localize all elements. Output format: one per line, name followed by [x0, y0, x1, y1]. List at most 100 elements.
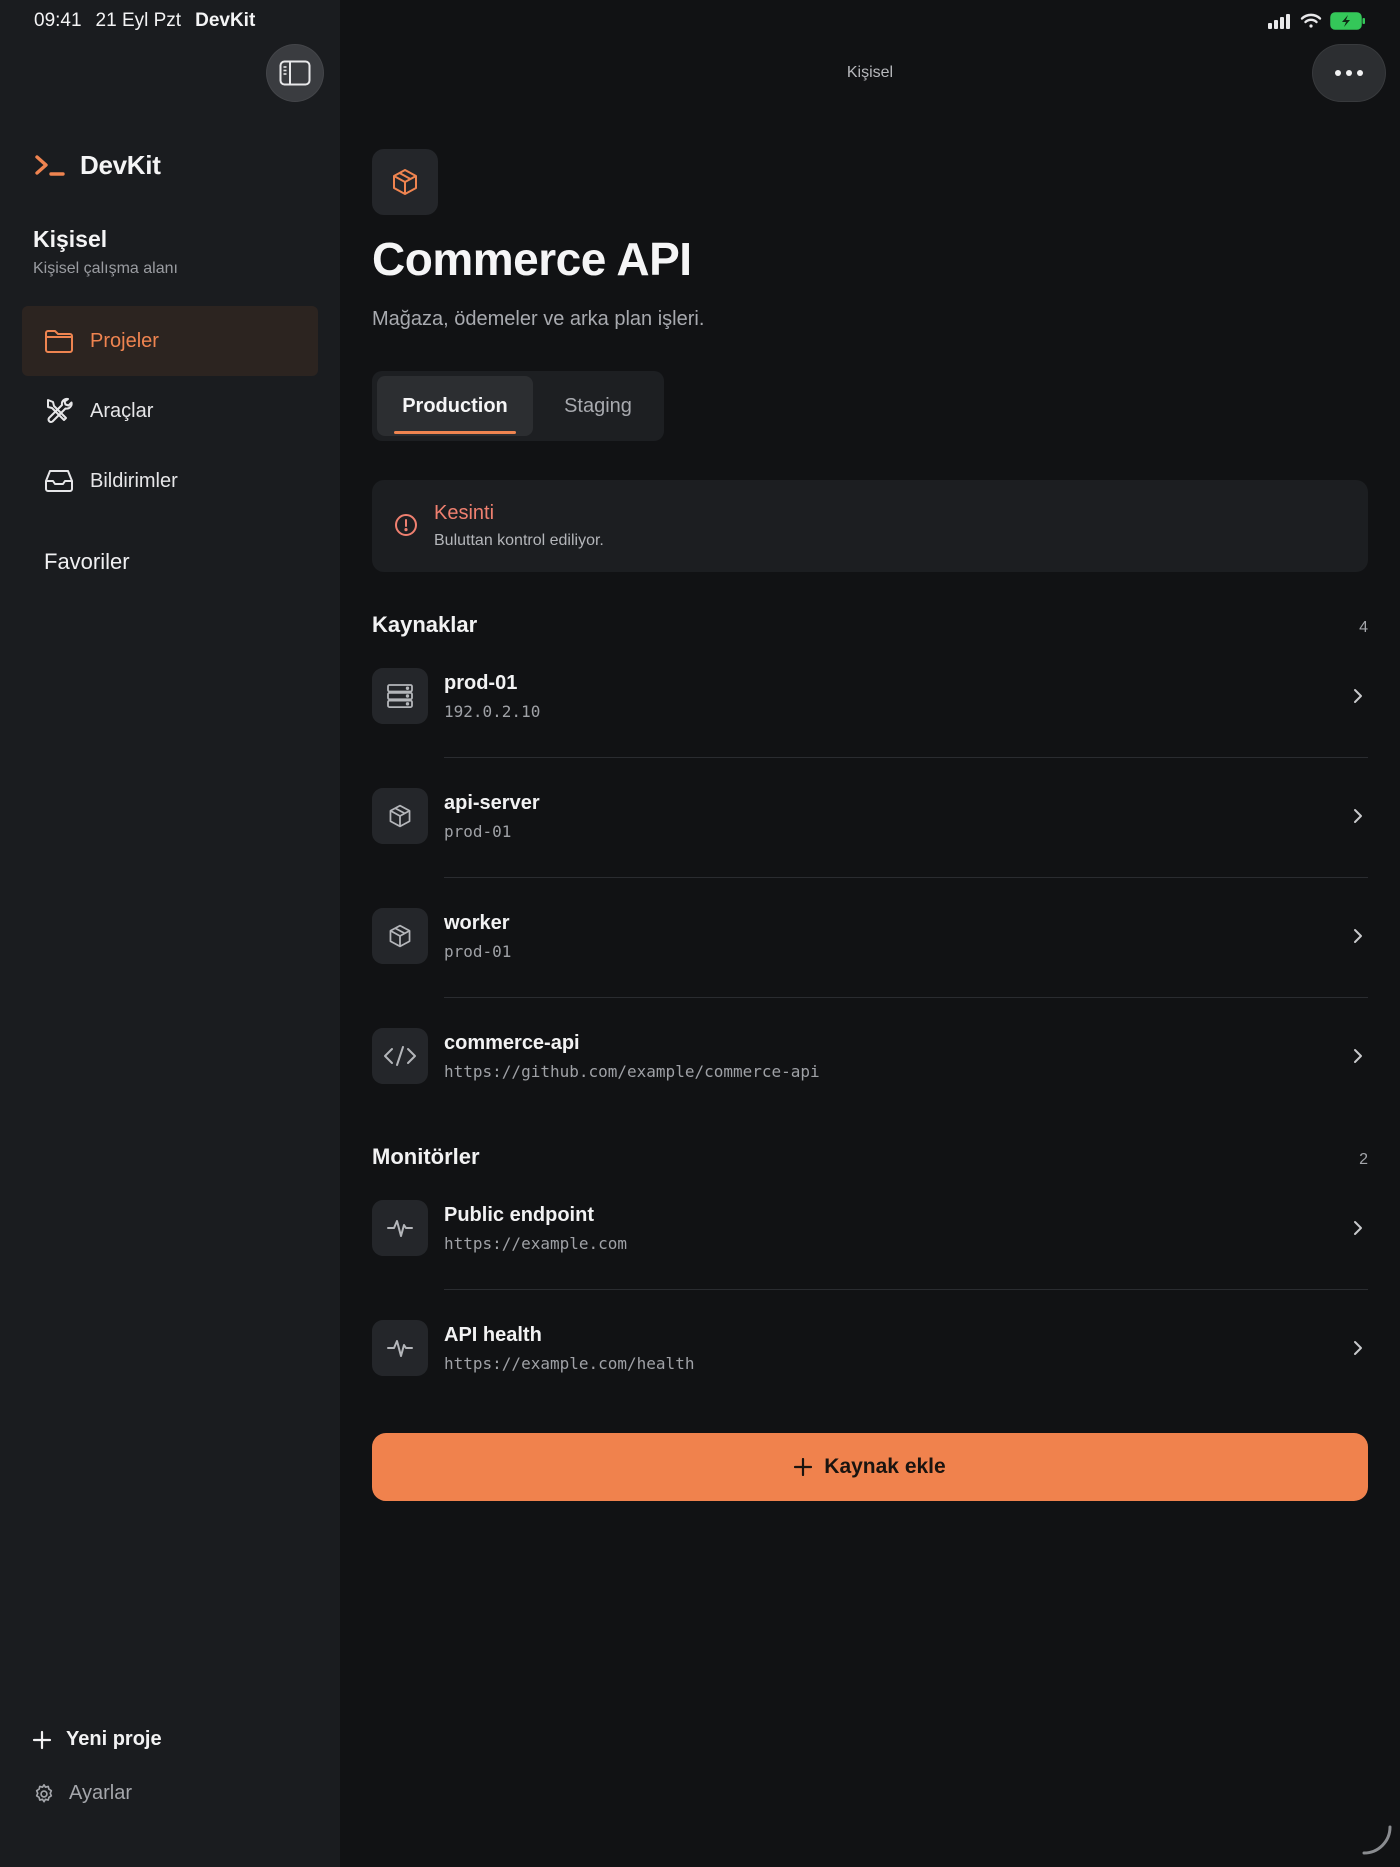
cellular-signal-icon — [1268, 14, 1290, 29]
row-icon-tile — [372, 788, 428, 844]
tab-staging[interactable]: Staging — [537, 376, 659, 436]
resource-detail: prod-01 — [444, 822, 512, 841]
row-icon-tile — [372, 908, 428, 964]
resources-count: 4 — [1359, 619, 1368, 636]
tools-icon — [47, 397, 73, 423]
active-tab-indicator — [394, 431, 516, 434]
favorites-heading[interactable]: Favoriler — [44, 549, 130, 575]
list-item[interactable]: worker prod-01 — [372, 878, 1368, 998]
sidebar: 09:41 21 Eyl Pzt DevKit DevKit Kişisel K… — [0, 0, 340, 1867]
new-project-button[interactable]: Yeni proje — [32, 1728, 162, 1751]
resource-detail: 192.0.2.10 — [444, 702, 541, 721]
sidebar-item-projeler[interactable]: Projeler — [22, 306, 318, 376]
sidebar-item-label: Projeler — [90, 329, 159, 352]
status-bar-right — [1268, 12, 1366, 30]
code-icon — [384, 1046, 416, 1066]
row-icon-tile — [372, 1200, 428, 1256]
settings-button[interactable]: Ayarlar — [33, 1782, 132, 1805]
chevron-right-icon — [1354, 809, 1362, 823]
wifi-icon — [1300, 13, 1322, 28]
resize-corner-icon — [1362, 1825, 1392, 1855]
box-icon — [393, 169, 417, 195]
monitors-header: Monitörler 2 — [372, 1144, 1368, 1170]
tab-label: Staging — [564, 394, 632, 417]
add-resource-label: Kaynak ekle — [824, 1455, 946, 1478]
new-project-label: Yeni proje — [66, 1728, 162, 1750]
row-icon-tile — [372, 668, 428, 724]
box-icon — [389, 804, 411, 828]
chevron-right-icon — [1354, 1049, 1362, 1063]
header-title: Kişisel — [846, 64, 894, 81]
alert-message: Buluttan kontrol ediliyor. — [434, 532, 604, 549]
monitor-url: https://example.com — [444, 1234, 628, 1253]
list-item[interactable]: commerce-api https://github.com/example/… — [372, 998, 1368, 1118]
chevron-right-icon — [1354, 929, 1362, 943]
monitor-url: https://example.com/health — [444, 1354, 695, 1373]
resources-header: Kaynaklar 4 — [372, 612, 1368, 638]
chevron-right-icon — [1354, 1341, 1362, 1355]
gear-icon — [35, 1783, 53, 1803]
resource-name: api-server — [444, 792, 540, 814]
status-date: 21 Eyl Pzt — [95, 10, 182, 31]
monitors-list: Public endpoint https://example.com API … — [372, 1170, 1368, 1410]
brand-name: DevKit — [80, 150, 161, 180]
sidebar-item-araclar[interactable]: Araçlar — [22, 376, 318, 446]
workspace-title: Kişisel — [33, 226, 108, 252]
terminal-logo-icon — [35, 154, 65, 176]
alert-title: Kesinti — [434, 502, 495, 524]
monitors-count: 2 — [1359, 1151, 1368, 1168]
list-item[interactable]: Public endpoint https://example.com — [372, 1170, 1368, 1290]
workspace-subtitle: Kişisel çalışma alanı — [33, 260, 178, 277]
status-app-name: DevKit — [195, 10, 256, 31]
settings-label: Ayarlar — [69, 1782, 132, 1804]
main-content: Kişisel Commerce API Mağaza, ödemeler ve… — [340, 0, 1400, 1867]
resource-detail: prod-01 — [444, 942, 512, 961]
brand: DevKit — [34, 150, 161, 181]
sidebar-item-bildirimler[interactable]: Bildirimler — [22, 446, 318, 516]
monitor-name: Public endpoint — [444, 1204, 594, 1226]
row-icon-tile — [372, 1320, 428, 1376]
ellipsis-icon — [1335, 70, 1363, 76]
resources-title: Kaynaklar — [372, 612, 478, 637]
outage-alert[interactable]: Kesinti Buluttan kontrol ediliyor. — [372, 480, 1368, 572]
sidebar-toggle-button[interactable] — [266, 44, 324, 102]
chevron-right-icon — [1354, 689, 1362, 703]
row-icon-tile — [372, 1028, 428, 1084]
plus-icon — [32, 1730, 52, 1749]
list-item[interactable]: prod-01 192.0.2.10 — [372, 638, 1368, 758]
resources-list: prod-01 192.0.2.10 api-server prod-01 wo… — [372, 638, 1368, 1118]
server-icon — [387, 684, 413, 709]
battery-charging-icon — [1330, 12, 1365, 30]
pulse-icon — [387, 1220, 413, 1237]
resource-detail: https://github.com/example/commerce-api — [444, 1062, 820, 1081]
plus-icon — [794, 1458, 813, 1476]
resource-name: prod-01 — [444, 672, 518, 694]
box-icon — [389, 924, 411, 948]
monitors-title: Monitörler — [372, 1144, 480, 1169]
project-title: Commerce API — [372, 233, 692, 285]
status-bar-left: 09:41 21 Eyl Pzt DevKit — [34, 10, 255, 32]
pulse-icon — [387, 1340, 413, 1357]
sidebar-item-label: Bildirimler — [90, 469, 178, 492]
more-options-button[interactable] — [1312, 44, 1386, 102]
resource-name: worker — [444, 912, 510, 934]
add-resource-button[interactable]: Kaynak ekle — [372, 1433, 1368, 1501]
folder-icon — [45, 330, 73, 353]
monitor-name: API health — [444, 1324, 542, 1346]
resource-name: commerce-api — [444, 1032, 580, 1054]
tab-label: Production — [402, 394, 508, 417]
chevron-right-icon — [1354, 1221, 1362, 1235]
list-item[interactable]: api-server prod-01 — [372, 758, 1368, 878]
app-root: 09:41 21 Eyl Pzt DevKit DevKit Kişisel K… — [0, 0, 1400, 1867]
list-item[interactable]: API health https://example.com/health — [372, 1290, 1368, 1410]
status-time: 09:41 — [34, 10, 82, 31]
project-description: Mağaza, ödemeler ve arka plan işleri. — [372, 308, 705, 330]
project-icon-tile — [372, 149, 438, 215]
sidebar-nav: Projeler Araçlar Bildirimler — [22, 306, 318, 516]
inbox-icon — [45, 470, 73, 492]
tab-production[interactable]: Production — [377, 376, 533, 436]
environment-tabs: Production Staging — [372, 371, 664, 441]
alert-circle-icon — [395, 514, 417, 536]
sidebar-icon — [279, 60, 311, 86]
sidebar-item-label: Araçlar — [90, 399, 154, 422]
